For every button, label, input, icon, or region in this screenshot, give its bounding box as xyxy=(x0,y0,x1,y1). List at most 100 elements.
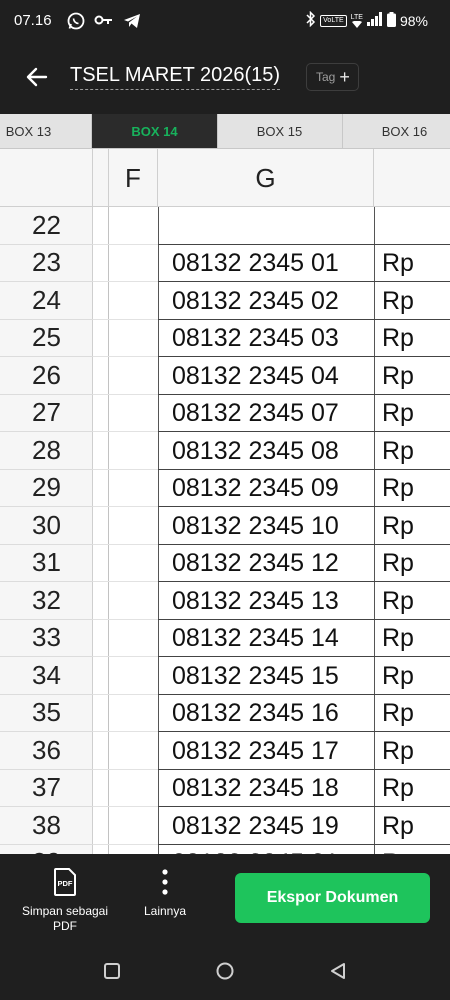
cell-h-price[interactable]: Rp xyxy=(374,845,450,854)
more-button[interactable]: Lainnya xyxy=(138,868,192,919)
status-right: VoLTE LTE 98% xyxy=(306,10,428,30)
spreadsheet-grid[interactable]: F G 222324252627282930313233343536373839… xyxy=(0,149,450,854)
tab-box-15[interactable]: BOX 15 xyxy=(217,114,343,148)
column-header-g[interactable]: G xyxy=(158,149,374,207)
cell-f[interactable] xyxy=(93,657,158,695)
cell-f[interactable] xyxy=(93,507,158,545)
cell-g-phone-number[interactable]: 08132 2345 08 xyxy=(158,432,374,470)
tab-box-13[interactable]: BOX 13 xyxy=(0,114,92,148)
cell-f[interactable] xyxy=(93,545,158,582)
row-number[interactable]: 31 xyxy=(0,545,93,582)
cell-h-price[interactable]: Rp xyxy=(374,357,450,395)
row-number[interactable]: 23 xyxy=(0,245,93,282)
cell-f[interactable] xyxy=(93,845,158,855)
cell-f[interactable] xyxy=(93,357,158,395)
lte-label: LTE xyxy=(350,13,363,21)
cell-g-phone-number[interactable]: 08132 2345 13 xyxy=(158,582,374,620)
cell-f[interactable] xyxy=(93,432,158,470)
cell-f[interactable] xyxy=(93,470,158,507)
row-number[interactable]: 28 xyxy=(0,432,93,470)
cell-g-phone-number[interactable]: 08132 2345 09 xyxy=(158,470,374,507)
cell-f[interactable] xyxy=(93,695,158,732)
add-tag-button[interactable]: Tag + xyxy=(306,63,359,91)
cell-h-price[interactable]: Rp xyxy=(374,582,450,620)
cell-f[interactable] xyxy=(93,320,158,357)
cell-h-price[interactable]: Rp xyxy=(374,770,450,807)
row-number[interactable]: 34 xyxy=(0,657,93,695)
cell-h-price[interactable]: Rp xyxy=(374,657,450,695)
cell-f[interactable] xyxy=(93,770,158,807)
row-number[interactable]: 32 xyxy=(0,582,93,620)
table-row: 08132 2345 17 Rp xyxy=(93,732,450,770)
recents-icon[interactable] xyxy=(104,963,120,984)
home-icon[interactable] xyxy=(216,962,234,985)
cell-h-price[interactable]: Rp xyxy=(374,732,450,770)
column-header-e[interactable] xyxy=(93,149,109,207)
cell-f[interactable] xyxy=(93,732,158,770)
back-icon[interactable] xyxy=(329,962,347,985)
cell-g-phone-number[interactable]: 08132 2345 03 xyxy=(158,320,374,357)
row-number[interactable]: 39 xyxy=(0,845,93,854)
cell-g-phone-number[interactable]: 08132 2345 07 xyxy=(158,395,374,432)
cell-h-price[interactable]: Rp xyxy=(374,507,450,545)
cell-h-price[interactable]: Rp xyxy=(374,470,450,507)
row-number[interactable]: 27 xyxy=(0,395,93,432)
cell-g-phone-number[interactable]: 08132 2345 16 xyxy=(158,695,374,732)
cell-g-phone-number[interactable]: 08132 2345 17 xyxy=(158,732,374,770)
row-number[interactable]: 25 xyxy=(0,320,93,357)
row-number[interactable]: 30 xyxy=(0,507,93,545)
cell-g-phone-number[interactable]: 08132 2345 18 xyxy=(158,770,374,807)
cell-g-phone-number[interactable]: 08132 2345 14 xyxy=(158,620,374,657)
cell-h-price[interactable]: Rp xyxy=(374,620,450,657)
cell-g-phone-number[interactable]: 08132 2345 04 xyxy=(158,357,374,395)
row-number[interactable]: 35 xyxy=(0,695,93,732)
column-header-f[interactable]: F xyxy=(109,149,158,207)
cell-h-price[interactable]: Rp xyxy=(374,695,450,732)
cell-g-phone-number[interactable]: 08132 2345 19 xyxy=(158,807,374,845)
row-number[interactable]: 37 xyxy=(0,770,93,807)
cell-g-phone-number[interactable]: 08132 2345 12 xyxy=(158,545,374,582)
cell-h-price[interactable]: Rp xyxy=(374,245,450,282)
cell-f[interactable] xyxy=(93,582,158,620)
status-time: 07.16 xyxy=(14,12,52,29)
column-header-row: F G xyxy=(0,149,450,207)
row-number[interactable]: 36 xyxy=(0,732,93,770)
cell-h-price[interactable]: Rp xyxy=(374,282,450,320)
cell-g-phone-number[interactable] xyxy=(158,207,374,245)
cell-f[interactable] xyxy=(93,620,158,657)
cell-h-price[interactable]: Rp xyxy=(374,320,450,357)
cell-h-price[interactable]: Rp xyxy=(374,395,450,432)
cell-g-phone-number[interactable]: 08132 2345 21 xyxy=(158,845,374,854)
cell-h-price[interactable] xyxy=(374,207,450,245)
row-number[interactable]: 38 xyxy=(0,807,93,845)
table-row: 08132 2345 19 Rp xyxy=(93,807,450,845)
cell-f[interactable] xyxy=(93,282,158,320)
cell-f[interactable] xyxy=(93,245,158,282)
corner-cell[interactable] xyxy=(0,149,93,207)
table-row: 08132 2345 04 Rp xyxy=(93,357,450,395)
app-bar: TSEL MARET 2026(15) Tag + xyxy=(0,52,450,104)
tab-box-16[interactable]: BOX 16 xyxy=(342,114,450,148)
row-number[interactable]: 24 xyxy=(0,282,93,320)
column-header-h[interactable] xyxy=(374,149,450,207)
row-number[interactable]: 22 xyxy=(0,207,93,245)
save-as-pdf-button[interactable]: PDF Simpan sebagai PDF xyxy=(16,868,114,934)
cell-g-phone-number[interactable]: 08132 2345 15 xyxy=(158,657,374,695)
cell-h-price[interactable]: Rp xyxy=(374,432,450,470)
cell-g-phone-number[interactable]: 08132 2345 01 xyxy=(158,245,374,282)
table-row: 08132 2345 14 Rp xyxy=(93,620,450,657)
cell-f[interactable] xyxy=(93,207,158,245)
cell-f[interactable] xyxy=(93,395,158,432)
document-title[interactable]: TSEL MARET 2026(15) xyxy=(70,64,281,90)
cell-f[interactable] xyxy=(93,807,158,845)
cell-h-price[interactable]: Rp xyxy=(374,807,450,845)
cell-h-price[interactable]: Rp xyxy=(374,545,450,582)
back-arrow-icon[interactable] xyxy=(24,64,50,90)
row-number[interactable]: 33 xyxy=(0,620,93,657)
row-number[interactable]: 26 xyxy=(0,357,93,395)
cell-g-phone-number[interactable]: 08132 2345 10 xyxy=(158,507,374,545)
row-number[interactable]: 29 xyxy=(0,470,93,507)
tab-box-14[interactable]: BOX 14 xyxy=(92,114,218,148)
export-document-button[interactable]: Ekspor Dokumen xyxy=(235,873,430,923)
cell-g-phone-number[interactable]: 08132 2345 02 xyxy=(158,282,374,320)
